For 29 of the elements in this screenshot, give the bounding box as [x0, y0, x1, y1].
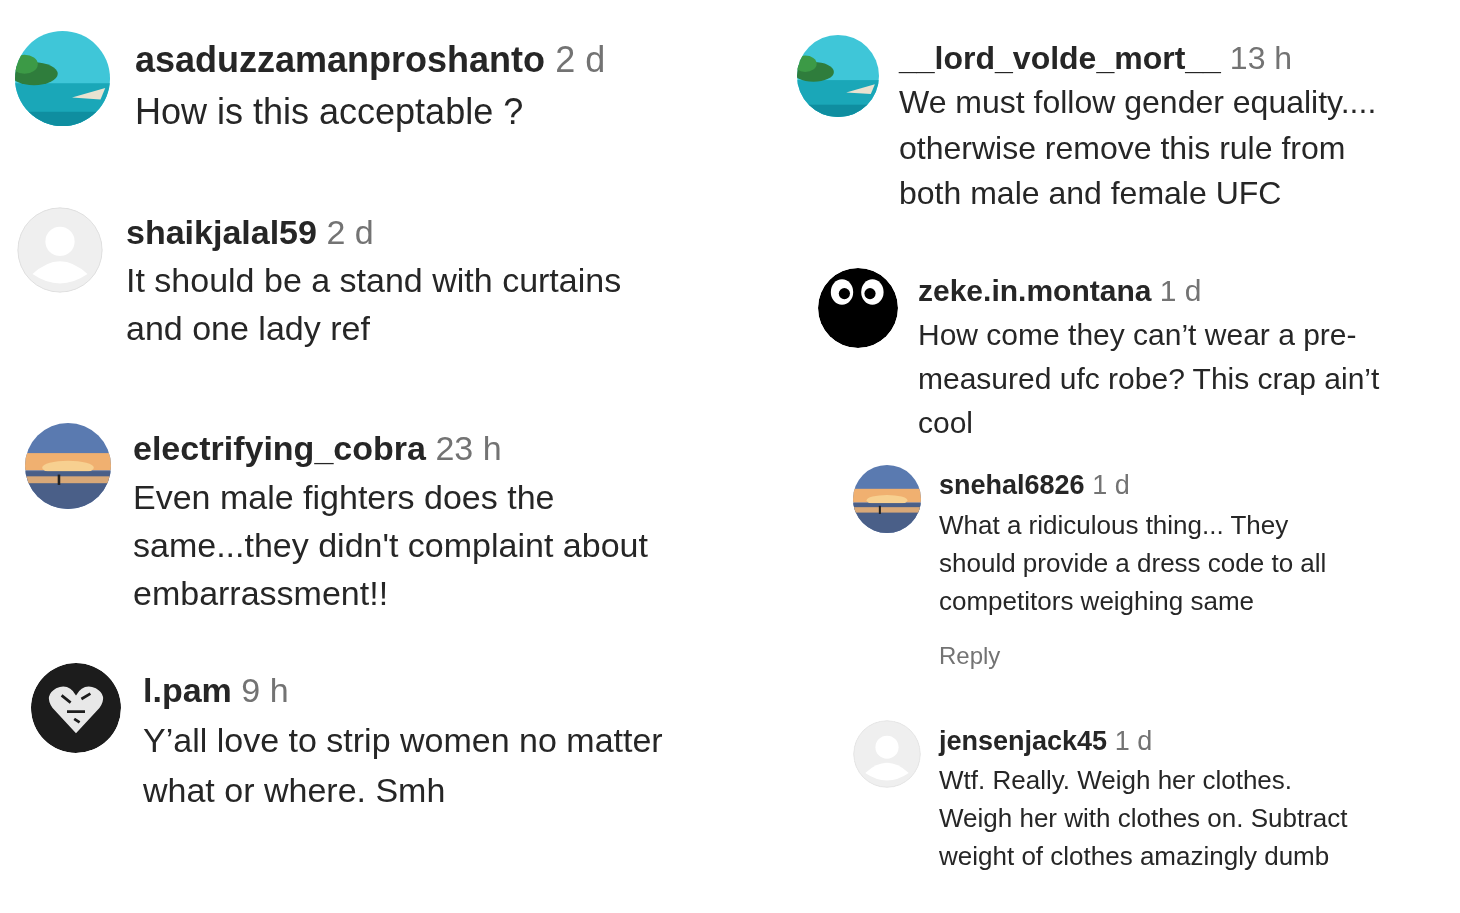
username[interactable]: electrifying_cobra	[133, 426, 426, 470]
comment-text: How is this acceptable ?	[135, 90, 525, 134]
comment-text: It should be a stand with curtains and one lady ref	[126, 260, 622, 349]
username[interactable]: zeke.in.montana	[918, 270, 1152, 312]
avatar-icon	[818, 268, 898, 348]
timestamp: 9 h	[241, 670, 289, 711]
timestamp: 2 d	[326, 212, 374, 253]
comment-text: We must follow gender equality.... otherwise remove this rule from both male and female UFC	[899, 83, 1377, 213]
username[interactable]: __lord_volde_mort__	[899, 36, 1221, 80]
avatar-icon	[853, 720, 921, 788]
username[interactable]: shaikjalal59	[126, 210, 317, 254]
avatar-icon	[31, 663, 121, 753]
timestamp: 1 d	[1114, 725, 1153, 758]
username[interactable]: asaduzzamanproshanto	[135, 38, 546, 82]
avatar-icon	[17, 207, 103, 293]
timestamp: 23 h	[435, 428, 502, 469]
comment-text: How come they can’t wear a pre- measured ufc robe? This crap ain’t cool	[918, 317, 1380, 441]
comment-text: What a ridiculous thing... They should provide a dress code to all competitors weighing same	[939, 509, 1327, 618]
comment-text: Wtf. Really. Weigh her clothes. Weigh her with clothes on. Subtract weight of clothes amazingly dumb	[939, 764, 1348, 873]
username[interactable]: l.pam	[143, 668, 232, 712]
comment-text: Y’all love to strip women no matter what or where. Smh	[143, 720, 663, 811]
timestamp: 13 h	[1229, 39, 1293, 78]
timestamp: 1 d	[1092, 469, 1130, 502]
comment-text: Even male fighters does the same...they didn't complaint about embarrassment!!	[133, 477, 648, 614]
timestamp: 2 d	[555, 38, 606, 82]
reply-link[interactable]: Reply	[939, 641, 1327, 671]
username[interactable]: snehal6826	[939, 467, 1085, 503]
timestamp: 1 d	[1159, 273, 1202, 309]
username[interactable]: jensenjack45	[939, 723, 1108, 759]
